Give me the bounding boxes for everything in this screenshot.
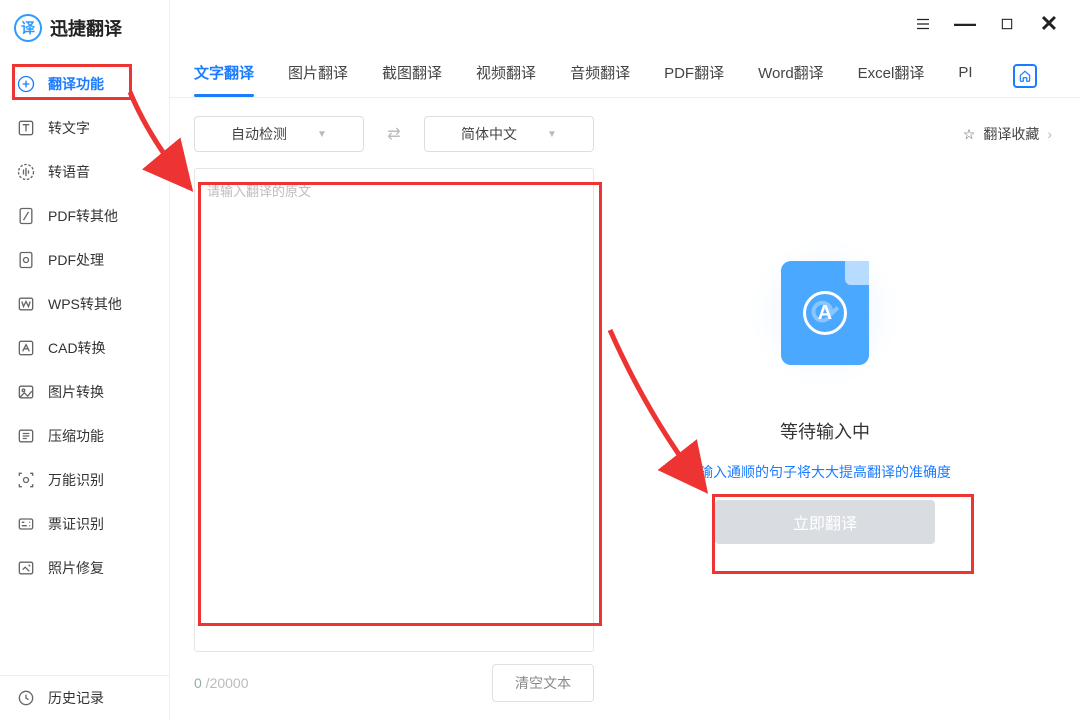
- image-convert-icon: [16, 382, 36, 402]
- sidebar-item-cad-convert[interactable]: CAD转换: [0, 326, 169, 370]
- sidebar-item-compress[interactable]: 压缩功能: [0, 414, 169, 458]
- source-text-input[interactable]: [195, 169, 593, 651]
- tab-audio-translate[interactable]: 音频翻译: [570, 54, 630, 97]
- content-area: 0 /20000 清空文本 A 等待输入中 输入通顺的句子将大大提高翻译的准确度…: [170, 152, 1080, 720]
- compress-icon: [16, 426, 36, 446]
- swap-languages-button[interactable]: ⇄: [380, 120, 408, 148]
- ticket-icon: [16, 514, 36, 534]
- app-logo-row: 译 迅捷翻译: [0, 0, 169, 58]
- minimize-icon[interactable]: —: [956, 15, 974, 33]
- sidebar-item-ticket-ocr[interactable]: 票证识别: [0, 502, 169, 546]
- sidebar-items: 翻译功能 转文字 转语音 PDF转其他 PDF处理 WPS转其他: [0, 58, 169, 590]
- target-language-value: 简体中文: [461, 124, 517, 144]
- source-language-value: 自动检测: [231, 124, 287, 144]
- translate-icon: [16, 74, 36, 94]
- pdf-convert-icon: [16, 206, 36, 226]
- tab-image-translate[interactable]: 图片翻译: [288, 54, 348, 97]
- sidebar-item-to-text[interactable]: 转文字: [0, 106, 169, 150]
- home-icon[interactable]: [1013, 64, 1037, 88]
- history-icon: [16, 688, 36, 708]
- document-translate-icon: A: [781, 261, 869, 365]
- sidebar-bottom: 历史记录: [0, 675, 169, 720]
- sidebar-item-label: WPS转其他: [48, 294, 122, 314]
- tab-video-translate[interactable]: 视频翻译: [476, 54, 536, 97]
- sidebar-item-photo-restore[interactable]: 照片修复: [0, 546, 169, 590]
- sidebar-item-label: 照片修复: [48, 558, 104, 578]
- waiting-label: 等待输入中: [780, 418, 870, 444]
- ocr-icon: [16, 470, 36, 490]
- translate-button[interactable]: 立即翻译: [715, 500, 935, 544]
- photo-restore-icon: [16, 558, 36, 578]
- input-footer: 0 /20000 清空文本: [194, 652, 594, 720]
- sidebar-item-label: 转文字: [48, 118, 90, 138]
- menu-icon[interactable]: [914, 15, 932, 33]
- tab-screenshot-translate[interactable]: 截图翻译: [382, 54, 442, 97]
- sidebar-item-universal-ocr[interactable]: 万能识别: [0, 458, 169, 502]
- feature-tabs: 文字翻译 图片翻译 截图翻译 视频翻译 音频翻译 PDF翻译 Word翻译 Ex…: [170, 48, 1080, 98]
- result-pane: A 等待输入中 输入通顺的句子将大大提高翻译的准确度 立即翻译: [594, 168, 1056, 720]
- pdf-process-icon: [16, 250, 36, 270]
- favorites-link[interactable]: ☆ 翻译收藏 ›: [963, 124, 1056, 144]
- app-root: 译 迅捷翻译 翻译功能 转文字 转语音 PDF转其他 PDF处理: [0, 0, 1080, 720]
- wps-icon: [16, 294, 36, 314]
- maximize-icon[interactable]: [998, 15, 1016, 33]
- sidebar-item-label: 压缩功能: [48, 426, 104, 446]
- tab-text-translate[interactable]: 文字翻译: [194, 54, 254, 97]
- chevron-down-icon: ▼: [547, 129, 557, 140]
- favorites-label: 翻译收藏: [983, 124, 1039, 144]
- star-icon: ☆: [963, 126, 976, 143]
- hint-text: 输入通顺的句子将大大提高翻译的准确度: [699, 462, 951, 482]
- sidebar-item-to-audio[interactable]: 转语音: [0, 150, 169, 194]
- clear-text-button[interactable]: 清空文本: [492, 664, 594, 702]
- sidebar-item-pdf-convert[interactable]: PDF转其他: [0, 194, 169, 238]
- source-text-box: [194, 168, 594, 652]
- close-icon[interactable]: ✕: [1040, 15, 1058, 33]
- sidebar: 译 迅捷翻译 翻译功能 转文字 转语音 PDF转其他 PDF处理: [0, 0, 170, 720]
- sidebar-item-label: 历史记录: [48, 688, 104, 708]
- to-text-icon: [16, 118, 36, 138]
- sidebar-item-label: 万能识别: [48, 470, 104, 490]
- source-language-select[interactable]: 自动检测 ▼: [194, 116, 364, 152]
- result-placeholder-graphic: A: [750, 238, 900, 388]
- sidebar-item-wps-convert[interactable]: WPS转其他: [0, 282, 169, 326]
- sidebar-item-label: CAD转换: [48, 338, 106, 358]
- target-language-select[interactable]: 简体中文 ▼: [424, 116, 594, 152]
- input-pane: 0 /20000 清空文本: [194, 168, 594, 720]
- sidebar-item-image-convert[interactable]: 图片转换: [0, 370, 169, 414]
- main: — ✕ 文字翻译 图片翻译 截图翻译 视频翻译 音频翻译 PDF翻译 Word翻…: [170, 0, 1080, 720]
- tab-more[interactable]: PI: [958, 56, 972, 95]
- titlebar: — ✕: [170, 0, 1080, 48]
- cad-icon: [16, 338, 36, 358]
- app-title: 迅捷翻译: [50, 15, 122, 41]
- chevron-right-icon: ›: [1047, 126, 1052, 142]
- app-logo-icon: 译: [14, 14, 42, 42]
- sidebar-item-label: 转语音: [48, 162, 90, 182]
- sidebar-item-label: PDF转其他: [48, 206, 118, 226]
- sidebar-item-pdf-process[interactable]: PDF处理: [0, 238, 169, 282]
- tab-word-translate[interactable]: Word翻译: [758, 54, 824, 97]
- sidebar-item-label: 翻译功能: [48, 74, 104, 94]
- sidebar-item-label: 票证识别: [48, 514, 104, 534]
- sidebar-item-label: PDF处理: [48, 250, 104, 270]
- tab-pdf-translate[interactable]: PDF翻译: [664, 54, 724, 97]
- sidebar-item-label: 图片转换: [48, 382, 104, 402]
- sidebar-item-history[interactable]: 历史记录: [0, 676, 169, 720]
- language-toolbar: 自动检测 ▼ ⇄ 简体中文 ▼ ☆ 翻译收藏 ›: [170, 98, 1080, 152]
- chevron-down-icon: ▼: [317, 129, 327, 140]
- sidebar-item-translate[interactable]: 翻译功能: [0, 62, 169, 106]
- char-counter: 0 /20000: [194, 675, 249, 691]
- tab-excel-translate[interactable]: Excel翻译: [858, 54, 925, 97]
- to-audio-icon: [16, 162, 36, 182]
